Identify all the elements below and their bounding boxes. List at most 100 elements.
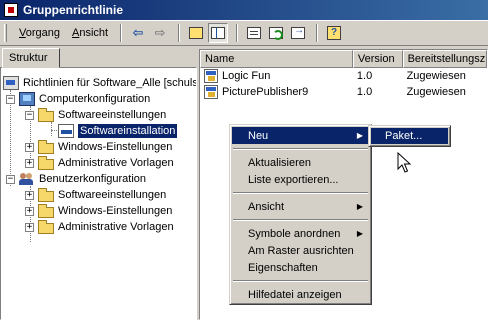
- tree-node-user-admin-templates[interactable]: + Administrative Vorlagen: [25, 219, 174, 235]
- toolbar: Vorgang Ansicht ⇦ ⇨ ?: [0, 20, 488, 46]
- folder-icon: [38, 203, 54, 218]
- tree-node-user-config-label: Benutzerkonfiguration: [39, 173, 147, 185]
- menu-item-view[interactable]: Ansicht ▶: [232, 198, 369, 215]
- menu-item-properties[interactable]: Eigenschaften: [232, 259, 369, 276]
- up-folder-icon: [189, 27, 204, 39]
- list-item-version: 1.0: [356, 70, 373, 82]
- toolbar-separator: [236, 24, 239, 42]
- back-button[interactable]: ⇦: [128, 23, 148, 43]
- menu-item-package[interactable]: Paket...: [371, 128, 448, 144]
- menu-item-refresh-label: Aktualisieren: [248, 156, 311, 169]
- toolbar-separator: [316, 24, 319, 42]
- menu-item-new-label: Neu: [248, 129, 269, 142]
- column-header-deployment[interactable]: Bereitstellungsz...: [402, 50, 487, 68]
- computer-icon: [19, 92, 35, 106]
- list-item-name-cell: PicturePublisher9: [200, 85, 353, 99]
- folder-icon: [38, 155, 54, 170]
- column-header-name[interactable]: Name: [200, 50, 353, 68]
- tree-node-computer-windows-settings-label: Windows-Einstellungen: [58, 141, 173, 153]
- title-bar: Gruppenrichtlinie: [0, 0, 488, 20]
- up-level-button[interactable]: [186, 23, 206, 43]
- properties-button[interactable]: [244, 23, 264, 43]
- tree-node-computer-software-settings[interactable]: − Softwareeinstellungen: [25, 107, 166, 123]
- software-installation-icon: [58, 124, 74, 138]
- tree-node-computer-windows-settings[interactable]: + Windows-Einstellungen: [25, 139, 172, 155]
- column-header-version[interactable]: Version: [352, 50, 403, 68]
- collapse-toggle[interactable]: −: [6, 174, 15, 184]
- menu-view-label: nsicht: [79, 27, 109, 39]
- refresh-button[interactable]: [266, 23, 286, 43]
- tree-node-root[interactable]: Richtlinien für Software_Alle [schuls: [3, 75, 197, 91]
- expand-toggle[interactable]: +: [25, 206, 34, 216]
- users-icon: [19, 172, 35, 186]
- tree-line: [51, 122, 52, 136]
- expand-toggle[interactable]: +: [25, 142, 34, 152]
- properties-icon: [247, 27, 262, 39]
- package-icon: [204, 85, 218, 99]
- tree-node-software-installation[interactable]: Softwareinstallation: [58, 123, 178, 139]
- app-icon: [4, 3, 18, 17]
- submenu-arrow-icon: ▶: [356, 229, 363, 238]
- tree-node-user-software-settings[interactable]: + Softwareeinstellungen: [25, 187, 166, 203]
- tree-node-computer-admin-templates[interactable]: + Administrative Vorlagen: [25, 155, 174, 171]
- tree-node-user-config[interactable]: − Benutzerkonfiguration: [6, 171, 146, 187]
- expand-toggle[interactable]: +: [25, 190, 34, 200]
- collapse-toggle[interactable]: −: [25, 110, 34, 120]
- list-item[interactable]: Logic Fun 1.0 Zugewiesen: [200, 68, 487, 84]
- expand-toggle[interactable]: +: [25, 222, 34, 232]
- menu-separator: [233, 192, 368, 194]
- tree-node-computer-software-settings-label: Softwareeinstellungen: [58, 109, 167, 121]
- menu-item-arrange-icons-label: Symbole anordnen: [248, 227, 341, 240]
- folder-icon: [38, 107, 54, 122]
- menu-item-help[interactable]: Hilfedatei anzeigen: [232, 286, 369, 303]
- menu-item-refresh[interactable]: Aktualisieren: [232, 154, 369, 171]
- tree-node-user-windows-settings[interactable]: + Windows-Einstellungen: [25, 203, 172, 219]
- menu-item-line-up[interactable]: Am Raster ausrichten: [232, 242, 369, 259]
- export-list-icon: [291, 25, 306, 39]
- list-item-deployment: Zugewiesen: [406, 70, 466, 82]
- submenu-arrow-icon: ▶: [356, 131, 363, 140]
- list-header: Name Version Bereitstellungsz...: [200, 50, 487, 68]
- list-item-name-cell: Logic Fun: [200, 69, 353, 83]
- menu-item-new[interactable]: Neu ▶: [232, 127, 369, 144]
- menu-view[interactable]: Ansicht: [66, 25, 114, 41]
- help-icon: ?: [327, 26, 342, 40]
- menu-separator: [233, 148, 368, 150]
- back-arrow-icon: ⇦: [132, 25, 144, 40]
- window-title: Gruppenrichtlinie: [23, 3, 124, 17]
- collapse-toggle[interactable]: −: [6, 94, 15, 104]
- tree-node-computer-admin-templates-label: Administrative Vorlagen: [58, 157, 174, 169]
- menu-item-arrange-icons[interactable]: Symbole anordnen ▶: [232, 225, 369, 242]
- folder-icon: [38, 139, 54, 154]
- toolbar-grip: [4, 24, 7, 42]
- package-icon: [204, 69, 218, 83]
- menu-action-hotkey: V: [19, 27, 26, 39]
- show-tree-button[interactable]: [208, 23, 229, 43]
- tree-node-computer-config-label: Computerkonfiguration: [39, 93, 151, 105]
- forward-button[interactable]: ⇨: [150, 23, 170, 43]
- export-list-button[interactable]: [288, 23, 308, 43]
- policy-icon: [3, 76, 19, 90]
- tree-node-user-software-settings-label: Softwareeinstellungen: [58, 189, 167, 201]
- menu-action[interactable]: Vorgang: [13, 25, 66, 41]
- help-button[interactable]: ?: [324, 23, 344, 43]
- expand-toggle[interactable]: +: [25, 158, 34, 168]
- tab-structure[interactable]: Struktur: [2, 48, 60, 68]
- list-item-version: 1.0: [356, 86, 373, 98]
- folder-icon: [38, 219, 54, 234]
- list-item[interactable]: PicturePublisher9 1.0 Zugewiesen: [200, 84, 487, 100]
- menu-item-package-label: Paket...: [385, 130, 423, 142]
- tree-node-computer-config[interactable]: − Computerkonfiguration: [6, 91, 150, 107]
- list-item-name: PicturePublisher9: [222, 86, 309, 98]
- mouse-cursor-icon: [397, 152, 412, 173]
- toolbar-separator: [120, 24, 123, 42]
- tree-node-root-label: Richtlinien für Software_Alle [schuls: [23, 77, 197, 89]
- menu-item-help-label: Hilfedatei anzeigen: [248, 288, 342, 301]
- context-menu: Neu ▶ Aktualisieren Liste exportieren...…: [229, 124, 372, 305]
- toolbar-separator: [178, 24, 181, 42]
- forward-arrow-icon: ⇨: [154, 25, 166, 40]
- menu-item-export-list[interactable]: Liste exportieren...: [232, 171, 369, 188]
- tab-structure-label: Struktur: [9, 52, 48, 64]
- list-item-name: Logic Fun: [222, 70, 271, 82]
- menu-item-properties-label: Eigenschaften: [248, 261, 318, 274]
